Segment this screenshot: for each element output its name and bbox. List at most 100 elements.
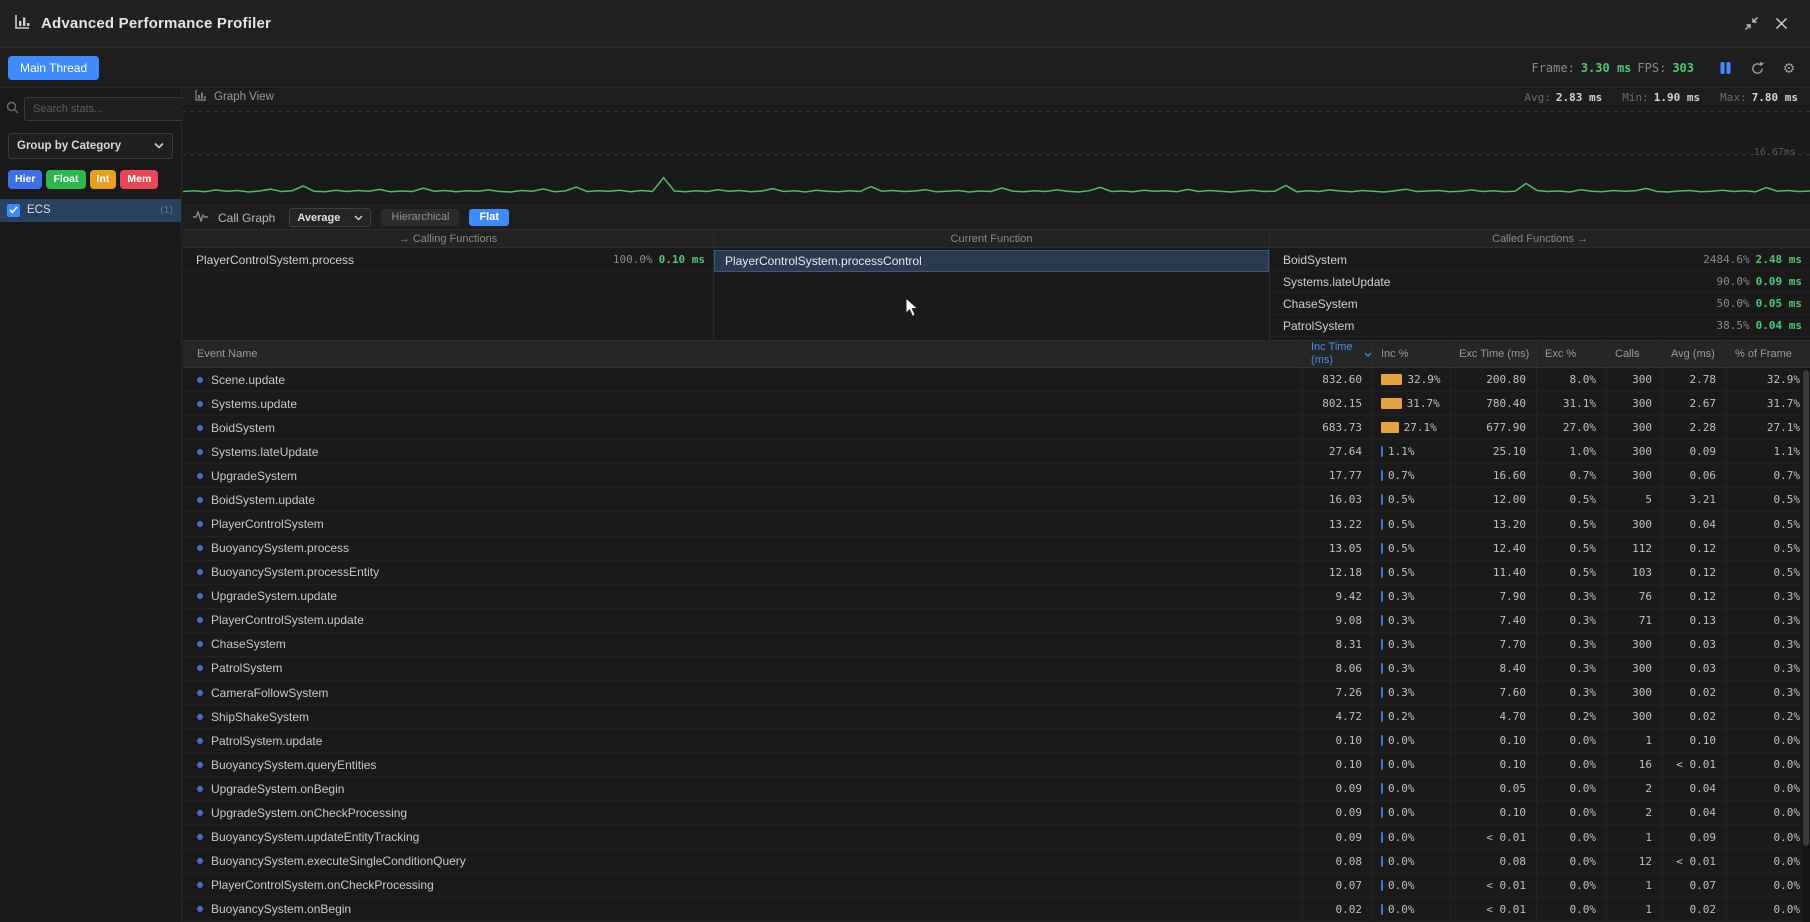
filter-chip-float[interactable]: Float xyxy=(46,170,85,189)
called-function-row[interactable]: ChaseSystem50.0%0.05 ms xyxy=(1270,293,1810,315)
event-name: UpgradeSystem.onCheckProcessing xyxy=(211,806,407,820)
table-row[interactable]: PlayerControlSystem.onCheckProcessing0.0… xyxy=(183,874,1810,898)
filter-chip-mem[interactable]: Mem xyxy=(120,170,158,189)
inc-percent-bar xyxy=(1381,567,1383,578)
frame-percent-cell: 0.3% xyxy=(1726,585,1810,608)
event-name-cell: PatrolSystem xyxy=(183,657,1302,680)
inc-percent-value: 0.7% xyxy=(1388,469,1415,482)
table-row[interactable]: BoidSystem.update16.030.5%12.000.5%53.21… xyxy=(183,488,1810,512)
group-by-select[interactable]: Group by Category xyxy=(8,133,173,159)
event-name-cell: ChaseSystem xyxy=(183,633,1302,656)
inc-percent-value: 0.0% xyxy=(1388,855,1415,868)
table-row[interactable]: BoidSystem683.7327.1%677.9027.0%3002.282… xyxy=(183,416,1810,440)
table-row[interactable]: BuoyancySystem.queryEntities0.100.0%0.10… xyxy=(183,753,1810,777)
refresh-icon[interactable] xyxy=(1748,59,1766,77)
inc-percent-bar xyxy=(1381,494,1383,505)
call-graph-mode-select[interactable]: Average xyxy=(289,208,371,227)
scrollbar-thumb[interactable] xyxy=(1803,370,1809,846)
table-row[interactable]: PlayerControlSystem13.220.5%13.200.5%300… xyxy=(183,512,1810,536)
call-graph-body: PlayerControlSystem.process100.0%0.10 ms… xyxy=(183,249,1810,340)
col-header-label: Event Name xyxy=(197,348,258,361)
table-row[interactable]: ShipShakeSystem4.720.2%4.700.2%3000.020.… xyxy=(183,705,1810,729)
event-bullet-icon xyxy=(197,449,203,455)
flat-view-button[interactable]: Flat xyxy=(469,209,509,226)
col-header--of-frame[interactable]: % of Frame xyxy=(1726,341,1810,367)
event-bullet-icon xyxy=(197,762,203,768)
table-row[interactable]: Systems.update802.1531.7%780.4031.1%3002… xyxy=(183,392,1810,416)
ecs-checkbox[interactable] xyxy=(7,204,20,217)
event-bullet-icon xyxy=(197,473,203,479)
table-row[interactable]: CameraFollowSystem7.260.3%7.600.3%3000.0… xyxy=(183,681,1810,705)
calls-cell: 2 xyxy=(1606,801,1662,824)
ecs-count: (1) xyxy=(160,204,173,216)
frame-percent-cell: 0.0% xyxy=(1726,850,1810,873)
table-row[interactable]: UpgradeSystem17.770.7%16.600.7%3000.060.… xyxy=(183,464,1810,488)
close-icon[interactable] xyxy=(1766,11,1796,37)
frame-percent-cell: 0.3% xyxy=(1726,609,1810,632)
calling-function-row[interactable]: PlayerControlSystem.process100.0%0.10 ms xyxy=(183,249,713,271)
table-row[interactable]: PatrolSystem.update0.100.0%0.100.0%10.10… xyxy=(183,729,1810,753)
table-row[interactable]: BuoyancySystem.process13.050.5%12.400.5%… xyxy=(183,537,1810,561)
main-thread-button[interactable]: Main Thread xyxy=(8,56,99,80)
inc-percent-bar xyxy=(1381,807,1383,818)
search-input[interactable] xyxy=(24,97,184,121)
inc-percent-value: 32.9% xyxy=(1407,373,1440,386)
inc-percent-value: 0.3% xyxy=(1388,614,1415,627)
table-row[interactable]: PlayerControlSystem.update9.080.3%7.400.… xyxy=(183,609,1810,633)
table-row[interactable]: ChaseSystem8.310.3%7.700.3%3000.030.3% xyxy=(183,633,1810,657)
exc-time-cell: 0.10 xyxy=(1450,801,1536,824)
collapse-window-icon[interactable] xyxy=(1736,11,1766,37)
exc-time-cell: 0.08 xyxy=(1450,850,1536,873)
table-row[interactable]: BuoyancySystem.updateEntityTracking0.090… xyxy=(183,825,1810,849)
col-header-exc-time-ms-[interactable]: Exc Time (ms) xyxy=(1450,341,1536,367)
inc-percent-cell: 0.3% xyxy=(1372,657,1450,680)
called-function-row[interactable]: BoidSystem2484.6%2.48 ms xyxy=(1270,249,1810,271)
table-row[interactable]: BuoyancySystem.onBegin0.020.0%< 0.010.0%… xyxy=(183,898,1810,922)
table-row[interactable]: Scene.update832.6032.9%200.808.0%3002.78… xyxy=(183,368,1810,392)
avg-time-cell: 0.13 xyxy=(1662,609,1726,632)
table-row[interactable]: UpgradeSystem.onCheckProcessing0.090.0%0… xyxy=(183,801,1810,825)
inc-percent-bar xyxy=(1381,446,1383,457)
col-header-inc-[interactable]: Inc % xyxy=(1372,341,1450,367)
table-row[interactable]: BuoyancySystem.processEntity12.180.5%11.… xyxy=(183,561,1810,585)
col-header-avg-ms-[interactable]: Avg (ms) xyxy=(1662,341,1726,367)
exc-time-cell: 25.10 xyxy=(1450,440,1536,463)
filter-chip-hier[interactable]: Hier xyxy=(8,170,42,189)
inc-percent-cell: 0.3% xyxy=(1372,609,1450,632)
called-function-row[interactable]: PatrolSystem38.5%0.04 ms xyxy=(1270,315,1810,337)
table-scrollbar[interactable] xyxy=(1802,368,1810,922)
inc-percent-cell: 0.5% xyxy=(1372,561,1450,584)
col-header-exc-[interactable]: Exc % xyxy=(1536,341,1606,367)
current-function-header: Current Function xyxy=(713,230,1270,247)
settings-gear-icon[interactable]: ⚙ xyxy=(1780,59,1798,77)
event-name: PlayerControlSystem.update xyxy=(211,613,364,627)
called-function-row[interactable]: Systems.lateUpdate90.0%0.09 ms xyxy=(1270,271,1810,293)
table-row[interactable]: BuoyancySystem.executeSingleConditionQue… xyxy=(183,850,1810,874)
exc-percent-cell: 0.3% xyxy=(1536,609,1606,632)
event-name: PlayerControlSystem xyxy=(211,517,324,531)
inc-time-cell: 0.02 xyxy=(1302,898,1372,921)
inc-percent-bar xyxy=(1381,856,1383,867)
exc-time-cell: < 0.01 xyxy=(1450,874,1536,897)
calls-cell: 300 xyxy=(1606,464,1662,487)
current-function-row[interactable]: PlayerControlSystem.processControl xyxy=(714,250,1269,272)
table-row[interactable]: UpgradeSystem.onBegin0.090.0%0.050.0%20.… xyxy=(183,777,1810,801)
frame-label: Frame: xyxy=(1531,61,1574,75)
hierarchical-view-button[interactable]: Hierarchical xyxy=(381,209,459,226)
sidebar-item-ecs[interactable]: ECS (1) xyxy=(0,199,181,222)
table-row[interactable]: PatrolSystem8.060.3%8.400.3%3000.030.3% xyxy=(183,657,1810,681)
calling-functions-pane: PlayerControlSystem.process100.0%0.10 ms xyxy=(183,249,713,340)
filter-chip-int[interactable]: Int xyxy=(90,170,117,189)
event-name-cell: PlayerControlSystem.onCheckProcessing xyxy=(183,874,1302,897)
col-header-inc-time-ms-[interactable]: Inc Time (ms) xyxy=(1302,341,1372,367)
table-row[interactable]: Systems.lateUpdate27.641.1%25.101.0%3000… xyxy=(183,440,1810,464)
app-chart-icon xyxy=(14,14,31,33)
col-header-event-name[interactable]: Event Name xyxy=(183,341,1302,367)
event-name-cell: UpgradeSystem.update xyxy=(183,585,1302,608)
avg-time-cell: 0.02 xyxy=(1662,898,1726,921)
function-percent: 90.0% xyxy=(1717,275,1750,288)
col-header-calls[interactable]: Calls xyxy=(1606,341,1662,367)
calls-cell: 12 xyxy=(1606,850,1662,873)
pause-icon[interactable] xyxy=(1716,59,1734,77)
table-row[interactable]: UpgradeSystem.update9.420.3%7.900.3%760.… xyxy=(183,585,1810,609)
